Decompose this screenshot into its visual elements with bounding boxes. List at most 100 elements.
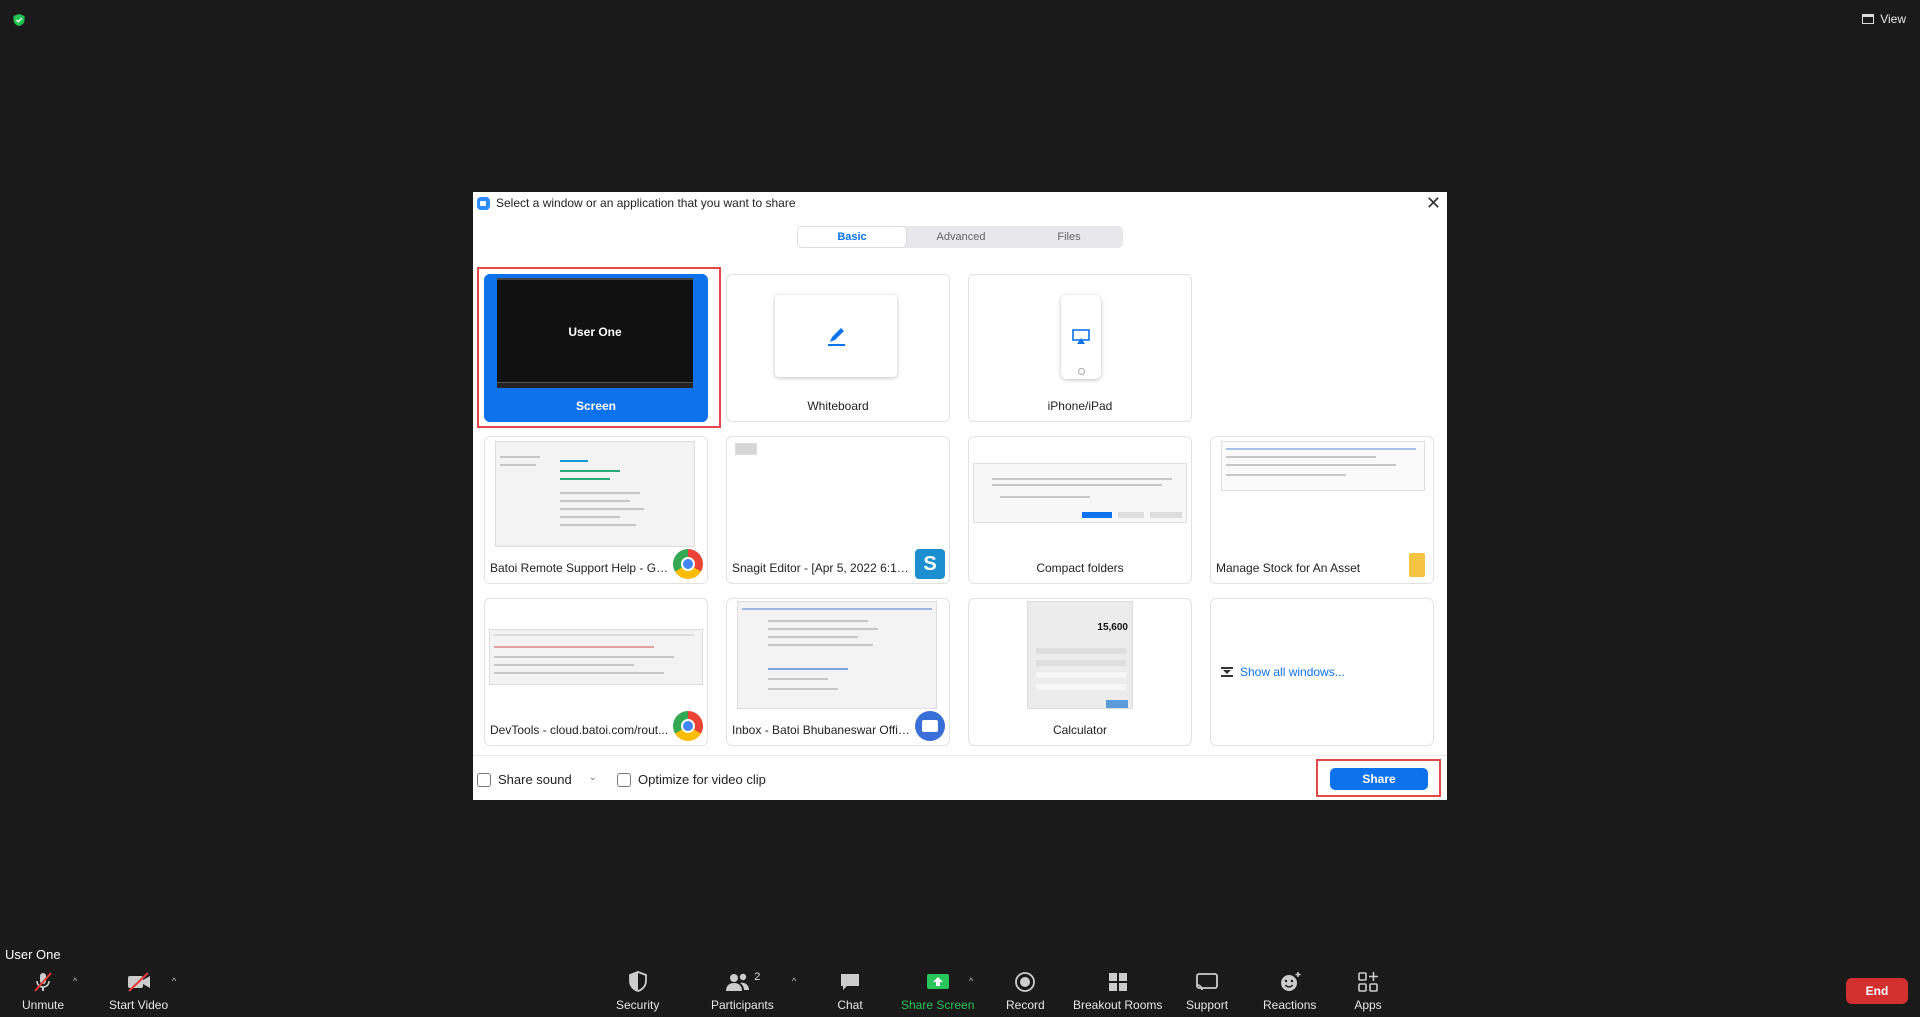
tile-label: iPhone/iPad [1047,399,1113,413]
window-thumbnail [973,463,1187,523]
tab-advanced[interactable]: Advanced [907,226,1015,248]
tile-label: Batoi Remote Support Help - Go... [490,561,673,575]
share-sound-checkbox[interactable]: Share sound [477,772,572,787]
optimize-video-checkbox[interactable]: Optimize for video clip [617,772,766,787]
checkbox-box[interactable] [477,772,491,787]
tile-label: Snagit Editor - [Apr 5, 2022 6:15:3... [732,561,924,575]
top-bar: View [0,0,1920,40]
screen-preview-name: User One [568,325,622,339]
support-cast-icon [1193,970,1221,994]
start-video-button[interactable]: Start Video [109,970,168,1012]
tile-window-manage-stock[interactable]: Manage Stock for An Asset [1210,436,1434,584]
record-label: Record [1006,998,1045,1012]
reactions-label: Reactions [1263,998,1317,1012]
audio-options-chevron-icon[interactable]: ^ [73,976,77,986]
share-dialog: Select a window or an application that y… [473,192,1447,800]
end-meeting-button[interactable]: End [1846,978,1908,1004]
window-thumbnail [737,601,937,709]
record-button[interactable]: Record [1006,970,1045,1012]
tile-label: Inbox - Batoi Bhubaneswar Offic... [732,723,914,737]
chat-button[interactable]: Chat [836,970,864,1012]
tab-basic[interactable]: Basic [797,226,907,248]
security-shield-icon [624,970,652,994]
window-thumbnail: 15,600 [1027,601,1133,709]
share-sound-label: Share sound [498,772,572,787]
security-button[interactable]: Security [616,970,659,1012]
tile-window-calculator[interactable]: 15,600 Calculator [968,598,1192,746]
tile-label: Calculator [1052,723,1108,737]
chat-label: Chat [837,998,863,1012]
tile-whiteboard[interactable]: Whiteboard [726,274,950,422]
windows-stack-icon [1221,667,1233,677]
tile-window-devtools[interactable]: DevTools - cloud.batoi.com/rout... [484,598,708,746]
view-button[interactable]: View [1862,12,1906,26]
apps-label: Apps [1354,998,1382,1012]
whiteboard-preview [775,295,897,377]
unmute-button[interactable]: Unmute [22,970,64,1012]
screen-preview-taskbar [497,382,693,388]
support-label: Support [1186,998,1229,1012]
participants-button[interactable]: 2 Participants [711,970,774,1012]
tile-screen[interactable]: User One Screen [484,274,708,422]
unmute-label: Unmute [22,998,65,1012]
dialog-title: Select a window or an application that y… [496,196,796,210]
window-thumbnail [495,441,695,547]
record-icon [1011,970,1039,994]
share-screen-label: Share Screen [901,998,975,1012]
footer-divider [473,755,1447,756]
tile-label: Whiteboard [807,399,869,413]
share-button[interactable]: Share [1330,768,1428,790]
reactions-smiley-icon [1276,970,1304,994]
meeting-toolbar: Unmute ^ Start Video ^ Security 2 Partic… [0,964,1920,1017]
participants-icon: 2 [720,970,764,994]
show-all-windows-link[interactable]: Show all windows... [1221,665,1345,679]
support-button[interactable]: Support [1186,970,1228,1012]
close-icon[interactable]: ✕ [1426,194,1441,212]
apps-button[interactable]: Apps [1354,970,1382,1012]
video-off-icon [125,970,153,994]
calculator-display-value: 15,600 [1097,622,1128,633]
share-options-chevron-icon[interactable]: ^ [969,976,973,986]
phone-preview [1061,295,1101,379]
tile-window-compact-folders[interactable]: Compact folders [968,436,1192,584]
muted-mic-icon [29,970,57,994]
share-tabs: Basic Advanced Files [797,226,1123,248]
participant-name-tag: User One [2,945,64,964]
chat-bubble-icon [836,970,864,994]
tile-window-inbox[interactable]: Inbox - Batoi Bhubaneswar Offic... [726,598,950,746]
optimize-video-label: Optimize for video clip [638,772,766,787]
view-label: View [1880,12,1906,26]
tab-files[interactable]: Files [1015,226,1123,248]
tile-label: Compact folders [1036,561,1124,575]
zoom-logo-icon [477,196,490,210]
tile-window-snagit[interactable]: S Snagit Editor - [Apr 5, 2022 6:15:3... [726,436,950,584]
breakout-rooms-grid-icon [1104,970,1132,994]
dialog-title-bar: Select a window or an application that y… [477,196,796,210]
view-grid-icon [1862,14,1875,24]
video-options-chevron-icon[interactable]: ^ [172,976,176,986]
share-screen-arrow-icon [924,970,952,994]
participants-label: Participants [711,998,774,1012]
tile-iphone-ipad[interactable]: iPhone/iPad [968,274,1192,422]
checkbox-box[interactable] [617,772,631,787]
pencil-icon [828,328,845,346]
show-all-label: Show all windows... [1240,665,1345,679]
tile-label: Manage Stock for An Asset [1216,561,1361,575]
window-thumbnail [735,443,757,455]
start-video-label: Start Video [109,998,169,1012]
share-sound-options-chevron-icon[interactable]: ⌄ [589,772,597,783]
reactions-button[interactable]: Reactions [1263,970,1316,1012]
tile-label: Screen [575,399,617,413]
breakout-rooms-button[interactable]: Breakout Rooms [1073,970,1162,1012]
tile-show-all-windows[interactable]: Show all windows... [1210,598,1434,746]
window-thumbnail [1221,441,1425,491]
window-thumbnail [489,629,703,685]
tile-window-chrome-help[interactable]: Batoi Remote Support Help - Go... [484,436,708,584]
airplay-icon [1072,329,1090,344]
share-screen-button[interactable]: Share Screen [901,970,974,1012]
encryption-shield-icon[interactable] [12,13,26,27]
apps-icon [1354,970,1382,994]
screen-preview: User One [497,278,693,388]
participants-options-chevron-icon[interactable]: ^ [792,976,796,986]
tile-label: DevTools - cloud.batoi.com/rout... [490,723,669,737]
